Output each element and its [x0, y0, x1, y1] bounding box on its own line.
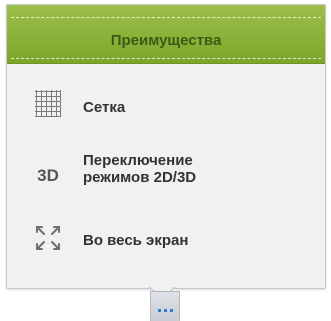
panel-title: Преимущества — [110, 32, 222, 49]
panel-header: Преимущества — [7, 5, 325, 64]
fullscreen-icon — [32, 222, 64, 254]
more-dots-icon — [158, 309, 173, 312]
3d-icon: 3D — [37, 166, 59, 185]
grid-icon — [32, 87, 64, 119]
features-panel: Преимущества Сетка 3D Переключение режим… — [6, 4, 326, 289]
menu-item-fullscreen[interactable]: Во весь экран — [7, 220, 325, 270]
menu-item-label: Сетка — [83, 99, 126, 116]
menu-item-2d-3d-toggle[interactable]: 3D Переключение режимов 2D/3D — [7, 148, 325, 204]
header-dashed-line-top — [11, 17, 321, 18]
more-button[interactable] — [150, 291, 180, 321]
menu-item-grid[interactable]: Сетка — [7, 85, 325, 135]
menu-item-label: Во весь экран — [83, 232, 189, 249]
menu-item-label-line2: режимов 2D/3D — [83, 169, 197, 186]
menu-item-label-line1: Переключение — [83, 152, 193, 169]
header-dashed-line-bottom — [11, 58, 321, 59]
menu-item-label: Переключение режимов 2D/3D — [83, 152, 196, 186]
